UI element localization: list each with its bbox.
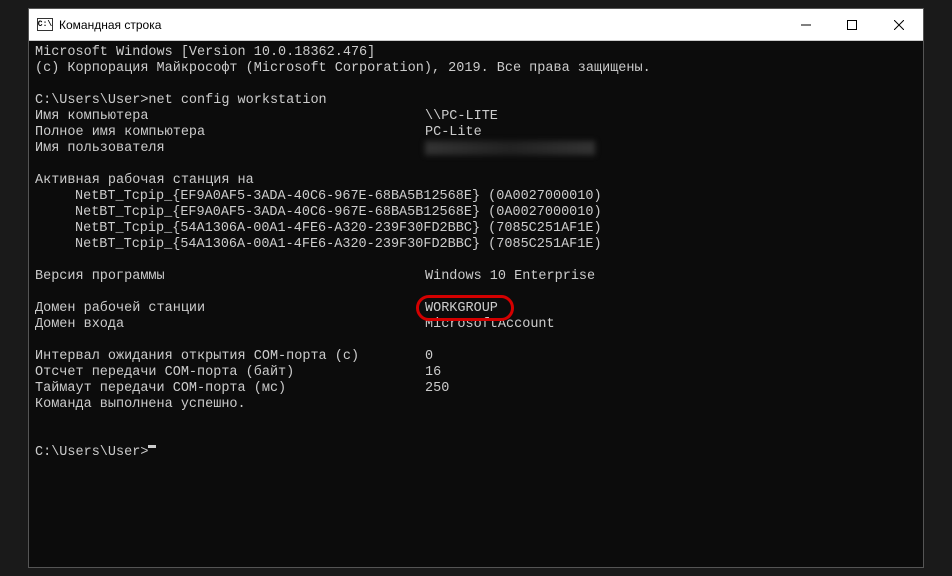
username-value-redacted <box>425 141 595 155</box>
com-send-count-row: Отсчет передачи COM-порта (байт) 16 <box>35 365 917 381</box>
blank-line <box>35 429 917 445</box>
cursor-icon <box>148 445 156 448</box>
full-computer-name-label: Полное имя компьютера <box>35 125 425 141</box>
computer-name-label: Имя компьютера <box>35 109 425 125</box>
titlebar-left: C:\ Командная строка <box>29 18 161 32</box>
window-controls <box>783 9 923 40</box>
com-send-timeout-value: 250 <box>425 381 449 397</box>
copyright-line: (c) Корпорация Майкрософт (Microsoft Cor… <box>35 61 917 77</box>
maximize-button[interactable] <box>829 9 875 40</box>
blank-line <box>35 157 917 173</box>
netbt-line-4: NetBT_Tcpip_{54A1306A-00A1-4FE6-A320-239… <box>35 237 917 253</box>
command-text: net config workstation <box>148 93 326 109</box>
full-computer-name-row: Полное имя компьютера PC-Lite <box>35 125 917 141</box>
com-send-timeout-row: Таймаут передачи COM-порта (мс) 250 <box>35 381 917 397</box>
prompt-path: C:\Users\User> <box>35 93 148 109</box>
logon-domain-label: Домен входа <box>35 317 425 333</box>
window-title: Командная строка <box>59 18 161 32</box>
blank-line <box>35 77 917 93</box>
username-row: Имя пользователя <box>35 141 917 157</box>
active-workstation-label: Активная рабочая станция на <box>35 173 917 189</box>
software-version-label: Версия программы <box>35 269 425 285</box>
minimize-button[interactable] <box>783 9 829 40</box>
prompt-path: C:\Users\User> <box>35 445 148 461</box>
terminal-area[interactable]: Microsoft Windows [Version 10.0.18362.47… <box>29 41 923 465</box>
com-open-timeout-value: 0 <box>425 349 433 365</box>
workstation-domain-value: WORKGROUP <box>425 301 498 316</box>
software-version-row: Версия программы Windows 10 Enterprise <box>35 269 917 285</box>
cmd-icon: C:\ <box>37 18 53 31</box>
close-button[interactable] <box>875 9 923 40</box>
netbt-line-3: NetBT_Tcpip_{54A1306A-00A1-4FE6-A320-239… <box>35 221 917 237</box>
com-open-timeout-label: Интервал ожидания открытия COM-порта (с) <box>35 349 425 365</box>
netbt-line-2: NetBT_Tcpip_{EF9A0AF5-3ADA-40C6-967E-68B… <box>35 205 917 221</box>
cmd-window: C:\ Командная строка Microsoft Windows [… <box>28 8 924 568</box>
blank-line <box>35 333 917 349</box>
computer-name-row: Имя компьютера \\PC-LITE <box>35 109 917 125</box>
workstation-domain-label: Домен рабочей станции <box>35 301 425 317</box>
prompt-line: C:\Users\User>net config workstation <box>35 93 917 109</box>
logon-domain-row: Домен входа MicrosoftAccount <box>35 317 917 333</box>
workstation-domain-highlight: WORKGROUP <box>425 301 498 317</box>
logon-domain-value: MicrosoftAccount <box>425 317 555 333</box>
com-send-timeout-label: Таймаут передачи COM-порта (мс) <box>35 381 425 397</box>
success-line: Команда выполнена успешно. <box>35 397 917 413</box>
com-send-count-label: Отсчет передачи COM-порта (байт) <box>35 365 425 381</box>
blank-line <box>35 413 917 429</box>
workstation-domain-row: Домен рабочей станции WORKGROUP <box>35 301 917 317</box>
netbt-line-1: NetBT_Tcpip_{EF9A0AF5-3ADA-40C6-967E-68B… <box>35 189 917 205</box>
com-open-timeout-row: Интервал ожидания открытия COM-порта (с)… <box>35 349 917 365</box>
blank-line <box>35 253 917 269</box>
version-line: Microsoft Windows [Version 10.0.18362.47… <box>35 45 917 61</box>
software-version-value: Windows 10 Enterprise <box>425 269 595 285</box>
blank-line <box>35 285 917 301</box>
com-send-count-value: 16 <box>425 365 441 381</box>
titlebar[interactable]: C:\ Командная строка <box>29 9 923 41</box>
username-label: Имя пользователя <box>35 141 425 157</box>
computer-name-value: \\PC-LITE <box>425 109 498 125</box>
full-computer-name-value: PC-Lite <box>425 125 482 141</box>
current-prompt: C:\Users\User> <box>35 445 917 461</box>
